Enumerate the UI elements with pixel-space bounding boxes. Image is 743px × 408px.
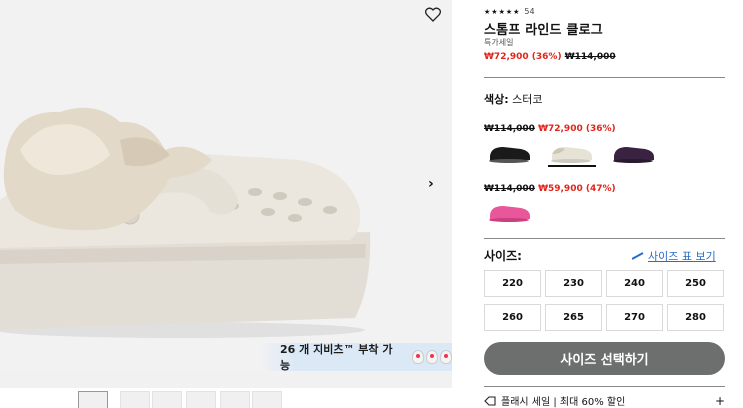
size-option[interactable]: 280 bbox=[667, 304, 724, 331]
swatch-pink[interactable] bbox=[484, 200, 536, 224]
divider bbox=[484, 238, 725, 239]
color-group-price: ₩114,000 ₩59,900 (47%) bbox=[484, 184, 616, 194]
thumbnail[interactable] bbox=[186, 391, 216, 408]
star-icon: ★ bbox=[505, 7, 513, 16]
price-row: ₩72,900 (36%) ₩114,000 bbox=[484, 52, 616, 62]
color-value: 스터코 bbox=[512, 93, 543, 106]
swatch-stucco[interactable] bbox=[546, 141, 598, 167]
product-title: 스톰프 라인드 클로그 bbox=[484, 23, 603, 38]
size-option[interactable]: 230 bbox=[545, 270, 602, 297]
size-label: 사이즈: bbox=[484, 249, 522, 263]
jibbitz-text: 26 개 지비츠™ 부착 가능 bbox=[280, 343, 393, 372]
select-size-button[interactable]: 사이즈 선택하기 bbox=[484, 342, 725, 375]
product-subtitle: 특가세일 bbox=[484, 38, 514, 47]
size-option[interactable]: 270 bbox=[606, 304, 663, 331]
color-group-price: ₩114,000 ₩72,900 (36%) bbox=[484, 124, 616, 134]
swatch-purple[interactable] bbox=[608, 141, 660, 165]
star-icon: ★ bbox=[484, 7, 491, 16]
star-icon: ★ bbox=[491, 7, 498, 16]
sale-price: ₩72,900 (36%) bbox=[484, 52, 562, 62]
thumbnail[interactable] bbox=[220, 391, 250, 408]
rating[interactable]: ★ ★ ★ ★ ★ 54 bbox=[484, 7, 535, 16]
size-option[interactable]: 220 bbox=[484, 270, 541, 297]
original-price: ₩114,000 bbox=[564, 52, 616, 62]
flash-sale-text: 플래시 세일 | 최대 60% 할인 bbox=[501, 397, 626, 408]
product-info-panel: ★ ★ ★ ★ ★ 54 스톰프 라인드 클로그 특가세일 ₩72,900 (3… bbox=[484, 0, 725, 408]
thumbnail[interactable] bbox=[152, 391, 182, 408]
tag-icon bbox=[484, 395, 496, 406]
product-image[interactable] bbox=[0, 0, 452, 372]
star-icon: ★ bbox=[498, 7, 505, 16]
size-option[interactable]: 260 bbox=[484, 304, 541, 331]
ruler-icon bbox=[632, 252, 644, 260]
size-option[interactable]: 250 bbox=[667, 270, 724, 297]
thumbnail-strip bbox=[0, 388, 452, 408]
divider bbox=[484, 386, 725, 387]
chevron-right-icon[interactable]: › bbox=[428, 176, 434, 192]
product-gallery: › 26 개 지비츠™ 부착 가능 bbox=[0, 0, 452, 408]
size-option[interactable]: 265 bbox=[545, 304, 602, 331]
thumbnail[interactable] bbox=[78, 391, 108, 408]
divider bbox=[484, 77, 725, 78]
plus-icon: + bbox=[714, 393, 725, 408]
color-label: 색상: 스터코 bbox=[484, 93, 543, 106]
flash-sale-accordion[interactable]: 플래시 세일 | 최대 60% 할인 + bbox=[484, 393, 725, 408]
thumbnail[interactable] bbox=[252, 391, 282, 408]
half-star-icon: ★ bbox=[513, 7, 520, 16]
jibbitz-charms-icon bbox=[412, 350, 452, 364]
rating-count: 54 bbox=[524, 7, 535, 16]
jibbitz-banner[interactable]: 26 개 지비츠™ 부착 가능 bbox=[260, 343, 452, 372]
wishlist-heart-icon[interactable] bbox=[423, 4, 443, 24]
thumbnail[interactable] bbox=[120, 391, 150, 408]
size-option[interactable]: 240 bbox=[606, 270, 663, 297]
size-guide-link[interactable]: 사이즈 표 보기 bbox=[632, 248, 716, 264]
swatch-black[interactable] bbox=[484, 141, 536, 165]
